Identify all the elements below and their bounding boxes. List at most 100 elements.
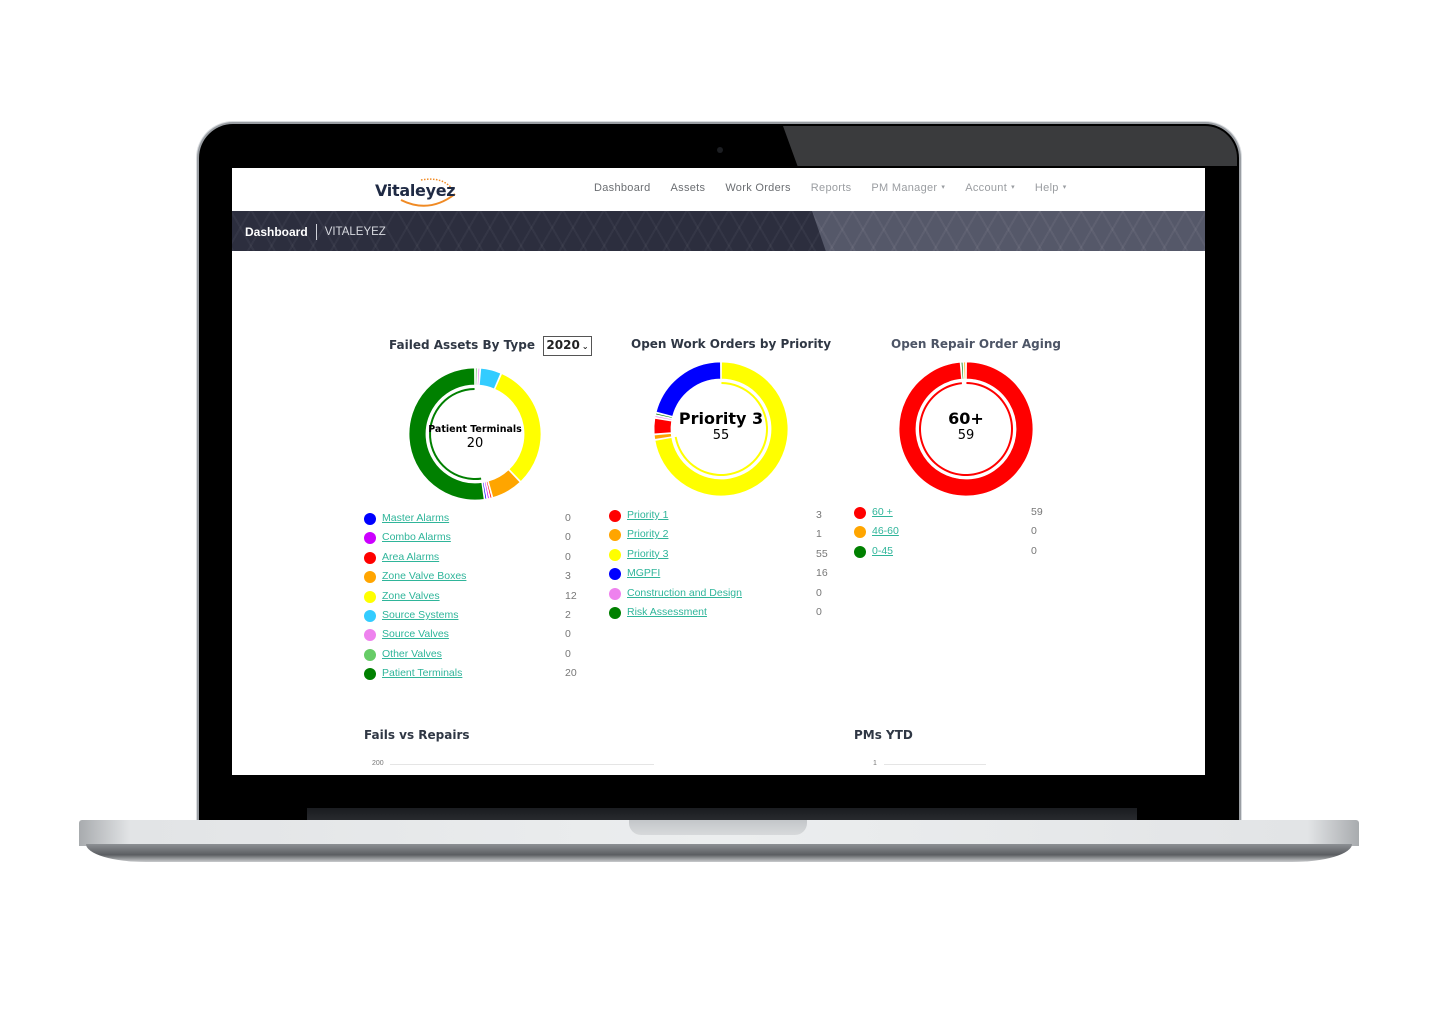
fails-vs-repairs-y-tick: 200 [372, 760, 384, 767]
failed-assets-slice-other-valves[interactable] [474, 367, 478, 386]
repair-aging-legend-link[interactable]: 60 + [872, 506, 893, 518]
failed-assets-legend-value: 12 [565, 589, 577, 602]
chevron-down-icon: ⌄ [581, 342, 589, 351]
breadcrumb: Dashboard VITALEYEZ [245, 224, 386, 240]
nav-label: Dashboard [594, 182, 651, 194]
repair-aging-legend-item: 0-45 0 [854, 543, 1044, 562]
failed-assets-legend-item: Source Systems 2 [364, 607, 579, 626]
breadcrumb-org[interactable]: VITALEYEZ [325, 226, 386, 238]
legend-color-dot-icon [364, 532, 376, 545]
repair-aging-center: 60+ 59 [908, 409, 1024, 443]
failed-assets-legend-value: 2 [565, 608, 571, 621]
failed-assets-legend-link[interactable]: Patient Terminals [382, 667, 462, 679]
failed-assets-legend: Master Alarms 0 Combo Alarms 0 Area Alarms 0 Z… [364, 510, 579, 685]
repair-aging-legend-link[interactable]: 46-60 [872, 525, 899, 537]
failed-assets-legend-value: 0 [565, 531, 571, 544]
repair-aging-center-value: 59 [957, 428, 975, 443]
failed-assets-legend-link[interactable]: Zone Valve Boxes [382, 570, 466, 582]
failed-assets-legend-link[interactable]: Source Systems [382, 609, 458, 621]
failed-assets-legend-link[interactable]: Area Alarms [382, 551, 439, 563]
work-orders-legend-link[interactable]: Priority 3 [627, 548, 668, 560]
legend-color-dot-icon [364, 629, 376, 642]
failed-assets-legend-link[interactable]: Source Valves [382, 628, 449, 640]
work-orders-legend-value: 0 [816, 605, 822, 618]
nav-reports[interactable]: Reports [811, 182, 852, 194]
failed-assets-legend-item: Zone Valve Boxes 3 [364, 568, 579, 587]
legend-color-dot-icon [609, 529, 621, 542]
failed-assets-center: Patient Terminals 20 [418, 424, 532, 451]
nav-assets[interactable]: Assets [671, 182, 706, 194]
caret-down-icon: ▾ [1062, 184, 1067, 191]
legend-color-dot-icon [364, 590, 376, 603]
work-orders-center-value: 55 [712, 428, 730, 443]
repair-aging-legend-value: 0 [1031, 525, 1037, 538]
main-nav: Dashboard Assets Work Orders Reports PM Mana… [594, 182, 1067, 194]
work-orders-legend-item: MGPFI 16 [609, 565, 828, 584]
nav-work-orders[interactable]: Work Orders [725, 182, 790, 194]
year-select[interactable]: 2020 ⌄ [543, 336, 592, 356]
work-orders-legend-item: Priority 1 3 [609, 507, 827, 526]
failed-assets-widget: Failed Assets By Type 2020 ⌄ [389, 336, 592, 356]
nav-label: Work Orders [725, 182, 791, 194]
nav-dashboard[interactable]: Dashboard [594, 182, 651, 194]
failed-assets-center-label: Patient Terminals [428, 424, 522, 435]
work-orders-legend-item: Risk Assessment 0 [609, 604, 827, 623]
fails-vs-repairs-gridline [390, 764, 654, 765]
failed-assets-legend-link[interactable]: Combo Alarms [382, 531, 451, 543]
work-orders-legend-item: Priority 3 55 [609, 546, 828, 565]
failed-assets-legend-link[interactable]: Master Alarms [382, 512, 449, 524]
work-orders-title: Open Work Orders by Priority [631, 337, 832, 351]
failed-assets-legend-item: Combo Alarms 0 [364, 529, 579, 548]
nav-help[interactable]: Help ▾ [1035, 182, 1067, 194]
failed-assets-legend-value: 0 [565, 512, 571, 524]
legend-color-dot-icon [854, 545, 866, 558]
breadcrumb-divider [315, 224, 317, 240]
caret-down-icon: ▾ [941, 184, 946, 191]
failed-assets-center-value: 20 [466, 436, 484, 451]
work-orders-center-label: Priority 3 [678, 409, 764, 428]
legend-color-dot-icon [854, 507, 866, 519]
legend-color-dot-icon [364, 551, 376, 564]
failed-assets-legend-item: Patient Terminals 20 [364, 665, 579, 684]
work-orders-legend-value: 1 [816, 528, 822, 541]
work-orders-legend-value: 3 [816, 509, 822, 521]
legend-color-dot-icon [364, 648, 376, 661]
nav-pm-manager[interactable]: PM Manager ▾ [871, 182, 945, 194]
repair-aging-center-label: 60+ [948, 409, 984, 428]
repair-aging-legend-value: 0 [1031, 544, 1037, 557]
app-screen: Vitaleyez Dashboard Assets Work Orders Repo… [232, 168, 1205, 775]
breadcrumb-page: Dashboard [245, 225, 308, 239]
nav-label: Account [965, 182, 1008, 194]
logo[interactable]: Vitaleyez [373, 174, 463, 208]
repair-aging-legend-link[interactable]: 0-45 [872, 545, 893, 557]
repair-aging-legend: 60 + 59 46-60 0 0-45 0 [854, 504, 1044, 562]
work-orders-legend-link[interactable]: Priority 1 [627, 509, 668, 521]
work-orders-legend: Priority 1 3 Priority 2 1 Priority 3 55 MGPFI 1… [609, 507, 828, 623]
failed-assets-legend-value: 3 [565, 570, 571, 583]
failed-assets-legend-item: Zone Valves 12 [364, 588, 579, 607]
repair-aging-legend-value: 59 [1031, 506, 1043, 518]
repair-aging-widget: Open Repair Order Aging [891, 335, 1061, 353]
work-orders-legend-link[interactable]: MGPFI [627, 567, 660, 579]
failed-assets-legend-item: Area Alarms 0 [364, 549, 579, 568]
pms-ytd-y-tick: 1 [873, 760, 877, 767]
caret-down-icon: ▾ [1011, 184, 1015, 191]
work-orders-legend-link[interactable]: Construction and Design [627, 587, 742, 599]
legend-color-dot-icon [609, 568, 621, 581]
banner-accent [812, 211, 1205, 251]
nav-label: Help [1034, 182, 1059, 194]
nav-account[interactable]: Account ▾ [965, 182, 1015, 194]
logo-text: Vitaleyez [375, 181, 456, 200]
work-orders-center: Priority 3 55 [663, 409, 779, 443]
nav-label: PM Manager [871, 182, 938, 194]
work-orders-legend-value: 16 [816, 567, 828, 580]
legend-color-dot-icon [854, 526, 866, 539]
repair-aging-legend-item: 60 + 59 [854, 504, 1044, 523]
pms-ytd-gridline [884, 764, 986, 765]
failed-assets-title: Failed Assets By Type [389, 338, 535, 352]
work-orders-legend-link[interactable]: Risk Assessment [627, 606, 707, 618]
failed-assets-legend-link[interactable]: Zone Valves [382, 590, 440, 602]
repair-aging-slice-46-60[interactable] [963, 361, 967, 380]
failed-assets-legend-link[interactable]: Other Valves [382, 648, 442, 660]
work-orders-legend-link[interactable]: Priority 2 [627, 528, 668, 540]
